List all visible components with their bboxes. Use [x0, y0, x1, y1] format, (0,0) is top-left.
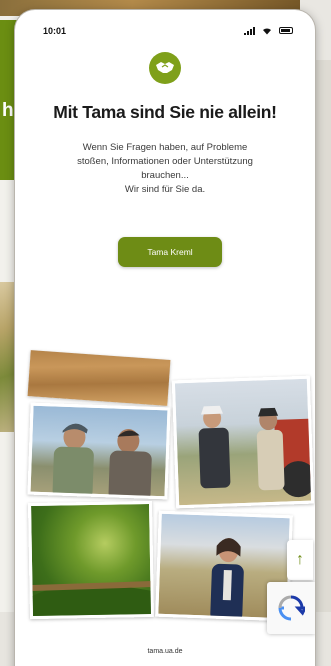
- intro-line: stoßen, Informationen oder Unterstützung: [77, 156, 253, 167]
- page-title: Mit Tama sind Sie nie allein!: [53, 102, 277, 122]
- status-bar: 10:01: [15, 10, 315, 46]
- intro-text: Wenn Sie Fragen haben, auf Probleme stoß…: [55, 141, 275, 197]
- recaptcha-icon: [278, 595, 305, 621]
- status-time: 10:01: [43, 26, 67, 36]
- two-men-illustration: [52, 423, 152, 500]
- crop-illustration: [32, 580, 155, 620]
- farmers-illustration: [198, 405, 315, 498]
- intro-line: Wenn Sie Fragen haben, auf Probleme: [82, 142, 248, 153]
- battery-icon: [279, 27, 293, 35]
- scroll-to-top-button[interactable]: ↑: [287, 540, 313, 580]
- footer-url[interactable]: tama.ua.de: [15, 648, 315, 655]
- handshake-icon: [156, 62, 174, 73]
- recaptcha-badge[interactable]: [267, 582, 315, 634]
- intro-line: brauchen...: [141, 170, 189, 181]
- wifi-icon: [263, 28, 272, 35]
- tama-logo: [149, 52, 181, 84]
- crop-closeup-photo: [27, 500, 155, 620]
- phone-screen: 10:01 Mit Tama sind Sie nie allein! Wenn…: [15, 10, 315, 666]
- two-men-photo: [27, 402, 171, 500]
- wood-photo: [27, 350, 171, 406]
- field-photo: [171, 375, 315, 509]
- arrow-up-icon: ↑: [296, 551, 304, 568]
- contact-button[interactable]: Tama Kreml: [118, 237, 222, 267]
- status-icons: [243, 25, 293, 35]
- intro-line: Wir sind für Sie da.: [124, 184, 206, 195]
- signal-icon: [243, 26, 256, 35]
